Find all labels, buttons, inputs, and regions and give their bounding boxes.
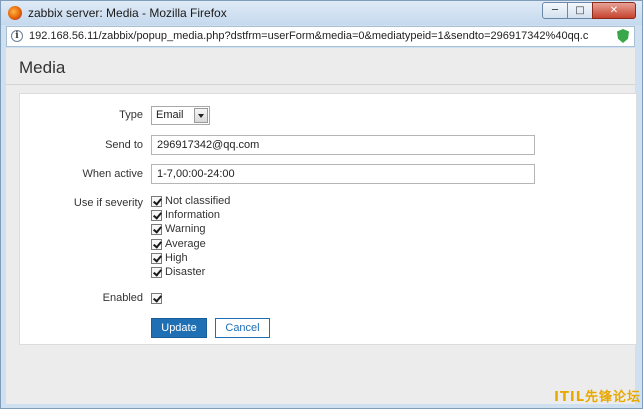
minimize-button[interactable]: ─ xyxy=(542,2,568,19)
severity-average[interactable]: Average xyxy=(151,237,206,251)
chevron-down-icon[interactable] xyxy=(194,108,208,123)
severity-warning[interactable]: Warning xyxy=(151,222,206,236)
enabled-label: Enabled xyxy=(102,292,143,304)
severity-option-label: Warning xyxy=(165,223,206,235)
severity-not-classified[interactable]: Not classified xyxy=(151,194,230,208)
checkbox[interactable] xyxy=(151,223,162,235)
enabled-checkbox[interactable] xyxy=(151,292,162,304)
divider xyxy=(6,84,635,85)
severity-option-label: Information xyxy=(165,209,221,221)
when-active-input[interactable]: 1-7,00:00-24:00 xyxy=(151,164,535,184)
send-to-value: 296917342@qq.com xyxy=(157,139,260,151)
address-bar[interactable]: i 192.168.56.11/zabbix/popup_media.php?d… xyxy=(6,26,635,47)
maximize-button[interactable]: □ xyxy=(567,2,593,19)
page-title: Media xyxy=(19,58,66,77)
shield-icon[interactable] xyxy=(617,29,629,43)
window-title: zabbix server: Media - Mozilla Firefox xyxy=(28,6,227,20)
close-button[interactable]: ✕ xyxy=(592,2,636,19)
media-form: Type Email Send to 296917342@qq.com When… xyxy=(19,93,637,345)
checkbox[interactable] xyxy=(151,266,162,278)
checkbox[interactable] xyxy=(151,195,162,207)
update-button[interactable]: Update xyxy=(151,318,207,338)
checkbox[interactable] xyxy=(151,238,162,250)
title-bar: zabbix server: Media - Mozilla Firefox ─… xyxy=(1,1,642,25)
when-active-value: 1-7,00:00-24:00 xyxy=(157,168,235,180)
browser-window: zabbix server: Media - Mozilla Firefox ─… xyxy=(0,0,643,409)
window-controls: ─ □ ✕ xyxy=(542,2,636,20)
severity-label: Use if severity xyxy=(73,197,143,209)
send-to-input[interactable]: 296917342@qq.com xyxy=(151,135,535,155)
page-content: Media Type Email Send to 296917342@qq.co… xyxy=(6,48,637,404)
severity-disaster[interactable]: Disaster xyxy=(151,265,205,279)
type-select-value: Email xyxy=(156,109,184,121)
firefox-icon xyxy=(8,6,22,20)
watermark: ITIL先锋论坛 xyxy=(554,390,641,405)
severity-high[interactable]: High xyxy=(151,251,188,265)
when-active-label: When active xyxy=(82,168,143,180)
severity-information[interactable]: Information xyxy=(151,208,220,222)
severity-option-label: Average xyxy=(165,238,206,250)
severity-option-label: Not classified xyxy=(165,195,231,207)
site-info-icon[interactable]: i xyxy=(11,30,23,42)
type-select[interactable]: Email xyxy=(151,106,210,125)
severity-option-label: Disaster xyxy=(165,266,206,278)
checkbox[interactable] xyxy=(151,209,162,221)
type-label: Type xyxy=(119,109,143,121)
cancel-button[interactable]: Cancel xyxy=(215,318,270,338)
severity-option-label: High xyxy=(165,252,188,264)
checkbox[interactable] xyxy=(151,252,162,264)
url-text[interactable]: 192.168.56.11/zabbix/popup_media.php?dst… xyxy=(29,30,614,42)
send-to-label: Send to xyxy=(105,139,143,151)
enabled-checkbox-row[interactable] xyxy=(151,291,165,305)
